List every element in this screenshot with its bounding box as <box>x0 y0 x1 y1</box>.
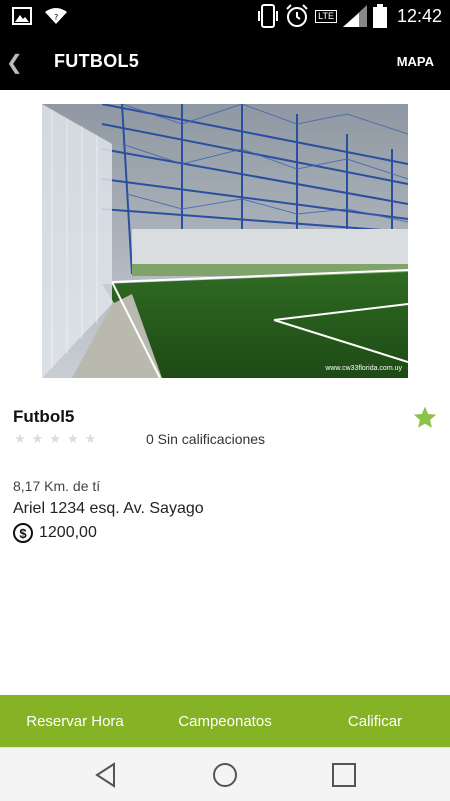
rate-button[interactable]: Calificar <box>300 695 450 747</box>
venue-photo: www.cw33florida.com.uy <box>42 104 408 378</box>
page-title: FUTBOL5 <box>54 51 140 71</box>
status-bar: ? LTE 12:42 <box>0 0 450 34</box>
distance-label: 8,17 Km. de tí <box>13 478 101 494</box>
back-icon[interactable]: ❮ <box>6 50 23 75</box>
photo-watermark: www.cw33florida.com.uy <box>324 365 402 372</box>
image-icon <box>12 7 32 25</box>
venue-name: Futbol5 <box>13 407 75 426</box>
rating-star-icon[interactable]: ★ <box>67 431 79 447</box>
clock: 12:42 <box>396 5 442 26</box>
map-button[interactable]: MAPA <box>397 54 434 69</box>
phone-vibrate-icon <box>258 4 279 28</box>
rating-star-icon[interactable]: ★ <box>85 431 97 447</box>
rating-count: 0 Sin calificaciones <box>146 431 266 447</box>
app-bar: ❮ FUTBOL5 MAPA <box>0 34 450 90</box>
nav-back-icon[interactable] <box>92 761 120 789</box>
nav-home-icon[interactable] <box>211 761 239 789</box>
dollar-icon: $ <box>13 523 33 543</box>
alarm-icon <box>286 4 308 27</box>
lte-icon: LTE <box>315 9 337 23</box>
rating-star-icon[interactable]: ★ <box>49 431 61 447</box>
rating-star-icon[interactable]: ★ <box>32 431 44 447</box>
wifi-icon: ? <box>45 8 67 24</box>
svg-text:?: ? <box>54 13 58 22</box>
rating-stars[interactable]: ★ ★ ★ ★ ★ <box>14 431 96 447</box>
signal-icon <box>342 5 367 27</box>
action-bar: Reservar Hora Campeonatos Calificar <box>0 695 450 747</box>
rating-star-icon[interactable]: ★ <box>14 431 26 447</box>
price-value: 1200,00 <box>39 524 97 541</box>
stadium-image: www.cw33florida.com.uy <box>42 104 408 378</box>
championships-button[interactable]: Campeonatos <box>150 695 300 747</box>
address: Ariel 1234 esq. Av. Sayago <box>13 500 204 517</box>
price-row: $ 1200,00 <box>13 523 97 543</box>
favorite-star-icon[interactable] <box>412 405 438 431</box>
reserve-button[interactable]: Reservar Hora <box>0 695 150 747</box>
navigation-bar <box>0 747 450 801</box>
nav-recents-icon[interactable] <box>330 761 358 789</box>
battery-icon <box>372 4 387 28</box>
